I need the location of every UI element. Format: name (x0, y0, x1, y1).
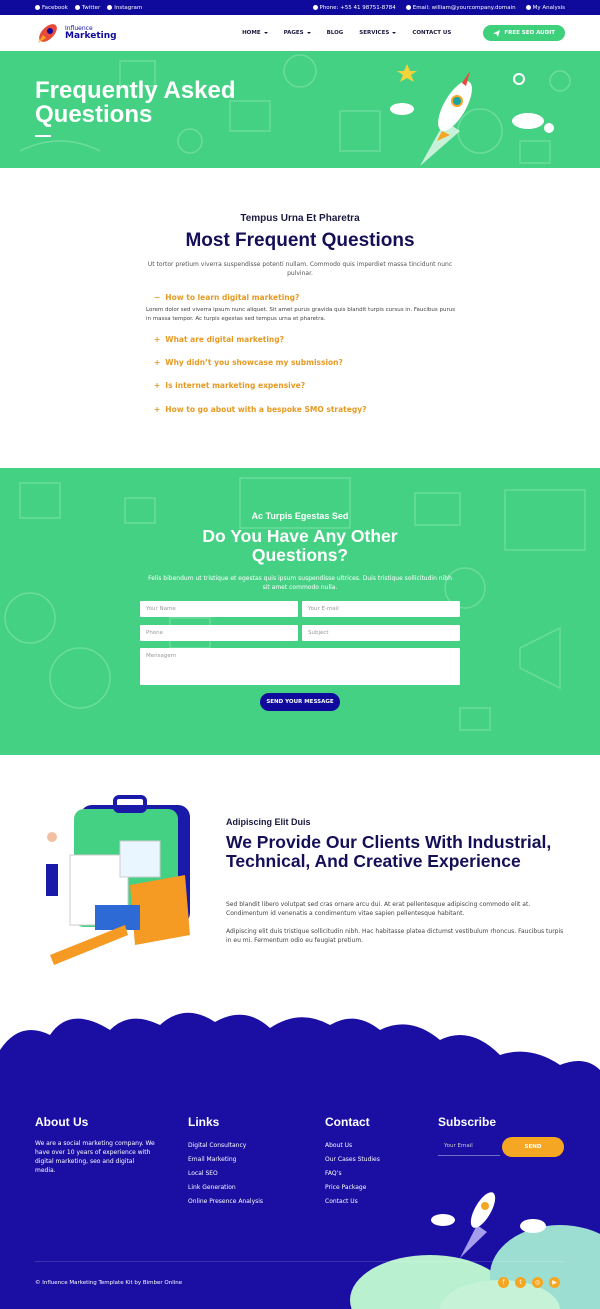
main-nav: Influence Marketing HOME PAGES BLOG SERV… (0, 15, 600, 51)
send-message-button[interactable]: SEND YOUR MESSAGE (260, 693, 340, 711)
faq-question[interactable]: + Why didn’t you showcase my submission? (146, 355, 456, 369)
footer-link[interactable]: Digital Consultancy (188, 1139, 308, 1153)
footer-link[interactable]: FAQ’s (325, 1167, 435, 1181)
chevron-down-icon (263, 32, 268, 34)
rocket-logo-icon (38, 24, 57, 43)
footer-contact: Contact About Us Our Cases Studies FAQ’s… (325, 1115, 435, 1209)
plus-icon: + (154, 404, 161, 414)
about-kicker: Adipiscing Elit Duis (226, 817, 311, 827)
facebook-link[interactable]: Facebook (35, 5, 68, 11)
faq-item[interactable]: + How to go about with a bespoke SMO stra… (146, 402, 456, 416)
twitter-icon (74, 5, 80, 10)
nav-blog[interactable]: BLOG (327, 30, 344, 36)
faq-question[interactable]: − How to learn digital marketing? (146, 290, 456, 304)
contact-kicker: Ac Turpis Egestas Sed (251, 511, 349, 521)
footer-link[interactable]: About Us (325, 1139, 435, 1153)
footer-divider (35, 1261, 565, 1262)
plus-icon: + (154, 357, 161, 367)
contact-title: Do You Have Any Other Questions? (202, 526, 398, 565)
footer-link[interactable]: Price Package (325, 1181, 435, 1195)
subscribe-send-button[interactable]: SEND (502, 1137, 564, 1157)
footer-rocket-icon (431, 1192, 546, 1258)
faq-question[interactable]: + Is internet marketing expensive? (146, 378, 456, 392)
instagram-link[interactable]: Instagram (107, 5, 142, 11)
faq-item[interactable]: − How to learn digital marketing? Lorem d… (146, 290, 456, 327)
user-icon (525, 5, 531, 10)
message-field[interactable]: Mensagem (140, 648, 460, 685)
envelope-icon (405, 5, 411, 10)
faq-intro: Ut tortor pretium viverra suspendisse po… (147, 261, 453, 277)
footer-subscribe-title: Subscribe (438, 1115, 497, 1129)
twitter-icon[interactable]: t (515, 1277, 526, 1288)
subject-field[interactable]: Subject (302, 625, 460, 641)
about-section: Adipiscing Elit Duis We Provide Our Clie… (0, 755, 600, 1025)
paper-plane-icon (493, 29, 501, 37)
nav-services[interactable]: SERVICES (359, 30, 397, 36)
footer-link[interactable]: Our Cases Studies (325, 1153, 435, 1167)
my-analysis-link[interactable]: My Analysis (525, 5, 565, 11)
footer-links: Links Digital Consultancy Email Marketin… (188, 1115, 308, 1209)
faq-title: Most Frequent Questions (185, 230, 415, 251)
twitter-link[interactable]: Twitter (74, 5, 100, 11)
email-field[interactable]: Your E-mail (302, 601, 460, 617)
chevron-down-icon (306, 32, 311, 34)
about-title: We Provide Our Clients With Industrial, … (226, 832, 552, 871)
footer-link[interactable]: Local SEO (188, 1167, 308, 1181)
instagram-icon (107, 5, 113, 10)
phone-icon (312, 5, 318, 10)
about-paragraph: Adipiscing elit duis tristique sollicitu… (226, 928, 564, 944)
faq-item[interactable]: + What are digital marketing? (146, 332, 456, 346)
footer-contact-title: Contact (325, 1115, 370, 1129)
footer-link[interactable]: Contact Us (325, 1195, 435, 1209)
faq-question[interactable]: + How to go about with a bespoke SMO stra… (146, 402, 456, 416)
contact-intro: Felis bibendum ut tristique et egestas q… (148, 575, 452, 591)
minus-icon: − (154, 292, 161, 302)
facebook-icon[interactable]: f (498, 1277, 509, 1288)
name-field[interactable]: Your Name (140, 601, 298, 617)
footer-subscribe: Subscribe (438, 1115, 568, 1139)
title-underline (35, 135, 51, 137)
faq-item[interactable]: + Why didn’t you showcase my submission? (146, 355, 456, 369)
plus-icon: + (154, 380, 161, 390)
briefcase-illustration-icon (46, 795, 190, 965)
footer-about-title: About Us (35, 1115, 89, 1129)
top-bar: Facebook Twitter Instagram Phone: +55 41… (0, 0, 600, 15)
footer-about: About Us We are a social marketing compa… (35, 1115, 155, 1175)
plus-icon: + (154, 334, 161, 344)
instagram-icon[interactable]: ◎ (532, 1277, 543, 1288)
faq-section: Tempus Urna Et Pharetra Most Frequent Qu… (0, 168, 600, 468)
copyright-text: © Influence Marketing Template Kit by Bi… (35, 1280, 183, 1286)
footer-link[interactable]: Online Presence Analysis (188, 1195, 308, 1209)
youtube-icon[interactable]: ▶ (549, 1277, 560, 1288)
page-title: Frequently Asked Questions (35, 77, 236, 128)
footer: About Us We are a social marketing compa… (0, 1010, 600, 1309)
hero-banner: Frequently Asked Questions (0, 51, 600, 168)
free-seo-audit-button[interactable]: FREE SEO AUDIT (483, 25, 565, 41)
faq-item[interactable]: + Is internet marketing expensive? (146, 378, 456, 392)
footer-link[interactable]: Link Generation (188, 1181, 308, 1195)
contact-section: Ac Turpis Egestas Sed Do You Have Any Ot… (0, 468, 600, 755)
footer-links-title: Links (188, 1115, 220, 1129)
about-paragraph: Sed blandit libero volutpat sed cras orn… (226, 901, 531, 917)
subscribe-email-input[interactable]: Your Email (438, 1138, 500, 1156)
chevron-down-icon (392, 32, 397, 34)
facebook-icon (35, 5, 40, 10)
nav-home[interactable]: HOME (242, 30, 268, 36)
nav-contact[interactable]: CONTACT US (412, 30, 451, 36)
footer-about-text: We are a social marketing company. We ha… (35, 1140, 155, 1174)
faq-kicker: Tempus Urna Et Pharetra (240, 213, 360, 224)
phone-info: Phone: +55 41 98751-8784 (312, 5, 396, 11)
rocket-illustration-icon (390, 64, 554, 166)
footer-link[interactable]: Email Marketing (188, 1153, 308, 1167)
nav-pages[interactable]: PAGES (284, 30, 311, 36)
phone-field[interactable]: Phone (140, 625, 298, 641)
email-info[interactable]: Email: william@yourcompany.domain (405, 5, 516, 11)
logo[interactable]: Influence Marketing (35, 20, 117, 46)
faq-answer: Lorem dolor sed viverra ipsum nunc aliqu… (146, 307, 456, 322)
faq-question[interactable]: + What are digital marketing? (146, 332, 456, 346)
